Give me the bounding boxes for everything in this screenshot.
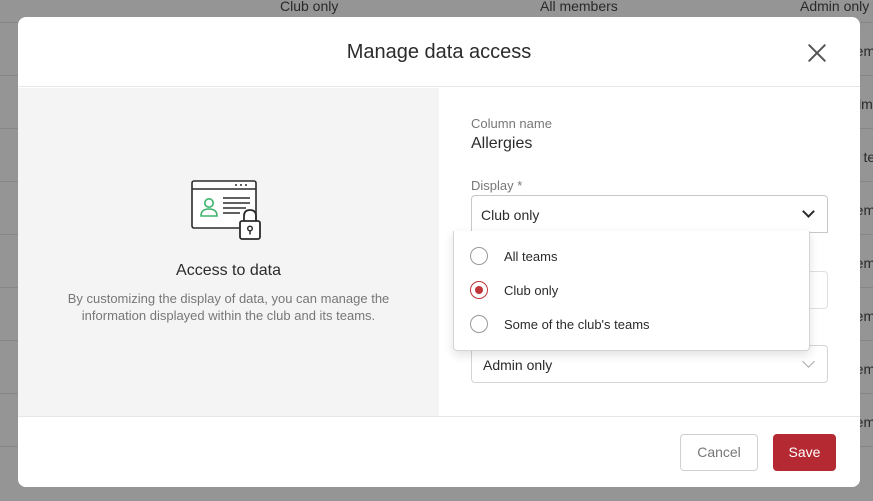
display-select[interactable]: Club only bbox=[471, 195, 828, 233]
chevron-down-icon bbox=[802, 205, 815, 218]
option-club-only[interactable]: Club only bbox=[454, 273, 809, 307]
display-label: Display * bbox=[471, 178, 523, 193]
chevron-down-icon bbox=[802, 355, 815, 368]
data-access-lock-icon bbox=[191, 180, 261, 240]
radio-checked[interactable] bbox=[470, 281, 488, 299]
info-description: By customizing the display of data, you … bbox=[67, 291, 390, 323]
option-label: Club only bbox=[504, 283, 559, 298]
radio-unchecked[interactable] bbox=[470, 315, 488, 333]
column-name-label: Column name bbox=[471, 116, 552, 131]
option-some-teams[interactable]: Some of the club's teams bbox=[454, 307, 809, 341]
modal-title: Manage data access bbox=[346, 41, 532, 63]
option-all-teams[interactable]: All teams bbox=[454, 239, 809, 273]
cancel-button[interactable]: Cancel bbox=[680, 434, 758, 471]
info-panel: Access to data By customizing the displa… bbox=[18, 88, 439, 416]
option-label: Some of the club's teams bbox=[504, 317, 650, 332]
visibility-select-value: Admin only bbox=[483, 357, 553, 373]
modal-header: Manage data access bbox=[18, 17, 860, 87]
close-icon[interactable] bbox=[805, 41, 829, 65]
display-select-value: Club only bbox=[481, 207, 540, 223]
column-name-value: Allergies bbox=[471, 135, 533, 152]
save-button[interactable]: Save bbox=[773, 434, 836, 471]
display-dropdown-menu: All teams Club only Some of the club's t… bbox=[453, 231, 810, 351]
modal-footer: Cancel Save bbox=[18, 416, 860, 487]
radio-unchecked[interactable] bbox=[470, 247, 488, 265]
info-heading: Access to data bbox=[176, 262, 281, 279]
option-label: All teams bbox=[504, 249, 558, 264]
